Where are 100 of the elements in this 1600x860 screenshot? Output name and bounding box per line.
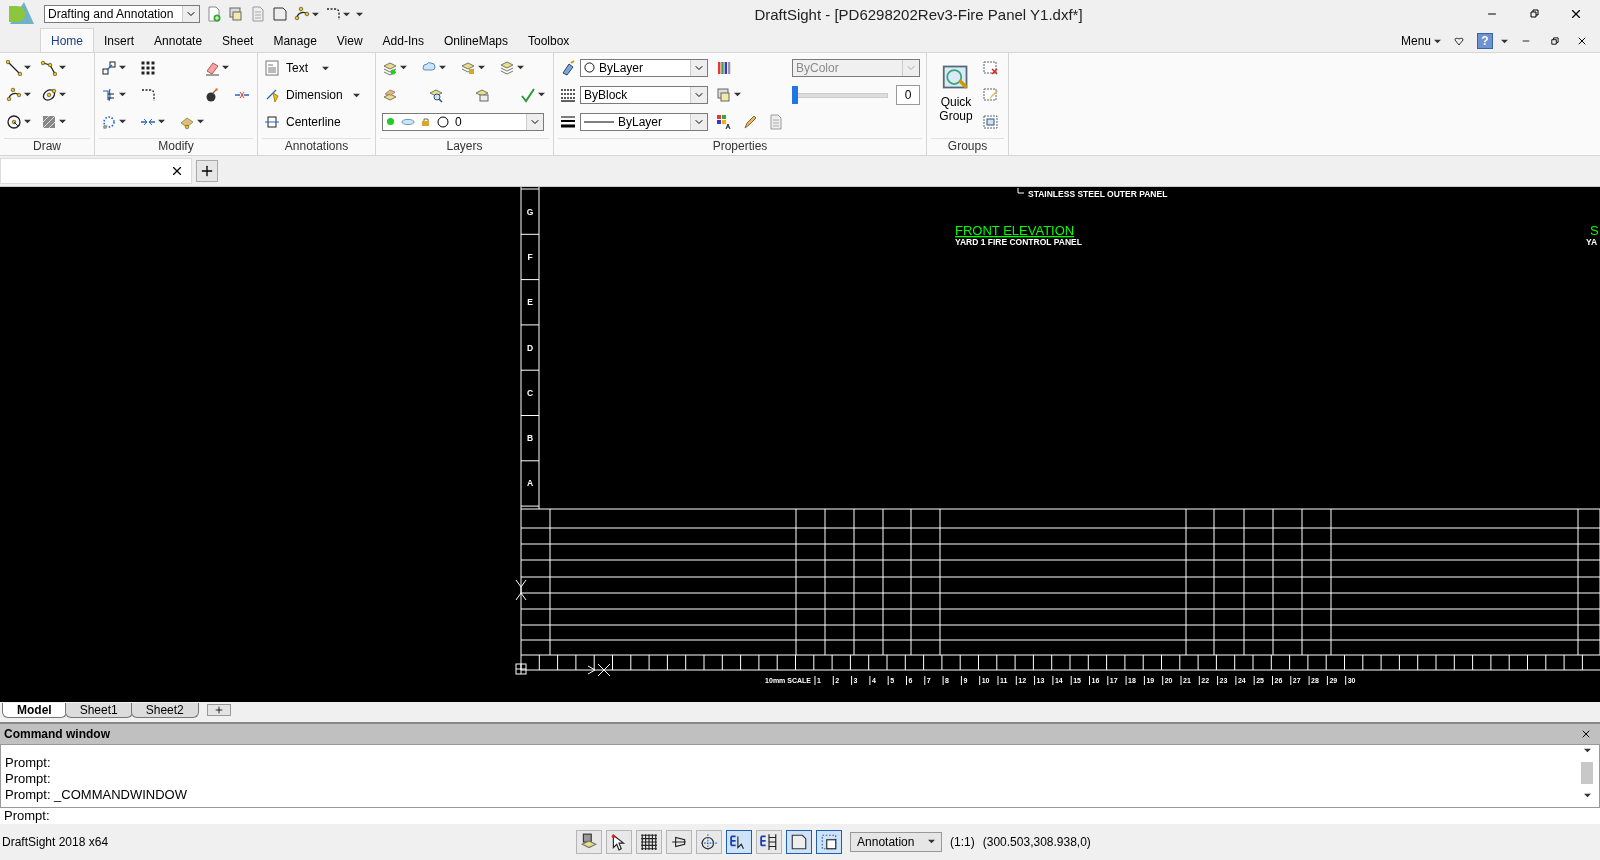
slider-thumb[interactable] (792, 85, 798, 104)
new-tab-button[interactable] (196, 160, 218, 182)
line-icon (6, 59, 22, 76)
transparency-slider[interactable] (792, 85, 888, 104)
caret-icon (197, 118, 204, 125)
panel-title: Command window (4, 727, 110, 741)
snap-icon (700, 832, 719, 851)
caret-icon (1583, 792, 1591, 799)
linestyle-icon (560, 86, 576, 103)
color-dropdown[interactable]: ByLayer (580, 58, 708, 77)
add-sheet-button[interactable] (206, 704, 231, 716)
caret-icon (400, 64, 407, 71)
quick-group-button[interactable]: Quick Group (933, 57, 979, 138)
ribbon-tab[interactable]: Home (40, 28, 94, 52)
ribbon-tab[interactable]: Insert (94, 30, 145, 52)
close-icon (170, 164, 184, 178)
app-version: DraftSight 2018 x64 (2, 834, 109, 849)
line-sample-icon (584, 119, 614, 124)
hatch-icon (41, 113, 57, 130)
caret-icon (1434, 37, 1441, 45)
ribbon-tab[interactable]: Manage (263, 30, 327, 52)
entity-track-icon (760, 832, 779, 851)
caret-icon (352, 91, 360, 99)
caret-icon (1501, 37, 1508, 45)
zone-letter: C (526, 387, 534, 398)
zone-letter: A (526, 478, 534, 489)
view-title: S (1590, 223, 1599, 238)
heart-icon (1454, 36, 1464, 46)
ribbon-tab[interactable]: Toolbox (518, 30, 580, 52)
explode-icon (101, 113, 117, 130)
circle-icon (6, 113, 22, 130)
command-input[interactable]: Prompt: (0, 808, 1600, 824)
view-subtitle: YARD 1 FIRE CONTROL PANEL (955, 237, 1082, 247)
arc-icon (294, 6, 310, 22)
caret-icon (517, 64, 524, 71)
caret-icon (322, 64, 329, 72)
sheet-tab[interactable]: Sheet1 (64, 703, 133, 718)
close-icon (1569, 7, 1583, 21)
workspace-dropdown[interactable]: Drafting and Annotation (44, 5, 200, 23)
zone-letter: E (527, 297, 533, 308)
zone-letter: F (527, 251, 533, 262)
caret-icon (478, 64, 485, 71)
zone-letter: G (526, 206, 534, 217)
caret-icon (928, 838, 936, 845)
bomb-icon (204, 86, 220, 103)
history-line: Prompt: (5, 771, 52, 787)
document-icon (250, 6, 266, 22)
layer-icon (499, 59, 515, 76)
arc-icon (6, 86, 22, 103)
pencil-icon (742, 113, 758, 130)
status-toggle[interactable] (606, 829, 633, 854)
status-toggle[interactable] (786, 829, 813, 854)
caret-icon (439, 64, 446, 71)
caret-icon (734, 91, 741, 98)
linestyle-dropdown[interactable]: ByBlock (580, 85, 708, 104)
status-toggle[interactable] (726, 829, 753, 854)
new-button[interactable] (206, 4, 222, 24)
zone-letter: D (526, 342, 534, 353)
plus-icon (199, 163, 215, 179)
transparency-field[interactable]: 0 (896, 84, 920, 105)
layers-manager-icon (580, 832, 599, 851)
status-toggle[interactable] (756, 829, 783, 854)
zone-letter: B (526, 433, 534, 444)
ribbon-tab[interactable]: Add-Ins (372, 30, 434, 52)
view-subtitle: YA (1586, 237, 1598, 247)
annotation-tool-button[interactable]: Text (264, 57, 329, 78)
annotation-tool-button[interactable]: Centerline (264, 111, 341, 132)
annotation-scale-dropdown[interactable]: Annotation (850, 831, 943, 852)
model-tab[interactable]: Model (2, 703, 67, 718)
ribbon-tab[interactable]: Annotate (144, 30, 213, 52)
print-button[interactable] (272, 4, 288, 24)
document-icon (768, 113, 784, 130)
annotation-tool-button[interactable]: Dimension (264, 84, 360, 105)
caret-icon (222, 64, 229, 71)
caret-icon (24, 91, 31, 98)
ellipse-icon (41, 86, 57, 103)
group-label: Modify (99, 138, 253, 155)
status-toggle[interactable] (816, 829, 843, 854)
layer-dropdown[interactable]: 0 (382, 112, 544, 131)
restore-icon (1549, 36, 1559, 46)
group-label: Properties (558, 138, 922, 155)
lineweight-dropdown[interactable]: ByLayer (580, 112, 708, 131)
menu-button[interactable]: Menu (1400, 34, 1441, 48)
ribbon-tab[interactable]: Sheet (212, 30, 264, 52)
text-icon (264, 59, 280, 76)
ribbon-tab[interactable]: View (326, 30, 373, 52)
color-circle-icon (584, 62, 595, 73)
ribbon-tab[interactable]: OnlineMaps (433, 30, 518, 52)
caret-icon (24, 118, 31, 125)
caret-icon (119, 118, 126, 125)
status-toggle[interactable] (576, 829, 603, 854)
line-button[interactable] (6, 57, 31, 78)
scrollbar[interactable] (1579, 747, 1595, 799)
status-toggle[interactable] (636, 829, 663, 854)
coordinates-readout: (300.503,308.938,0) (982, 834, 1091, 849)
array-icon (140, 59, 156, 76)
status-toggle[interactable] (696, 829, 723, 854)
status-toggle[interactable] (666, 829, 693, 854)
sheet-tab[interactable]: Sheet2 (130, 703, 199, 718)
open-button[interactable] (228, 4, 244, 24)
